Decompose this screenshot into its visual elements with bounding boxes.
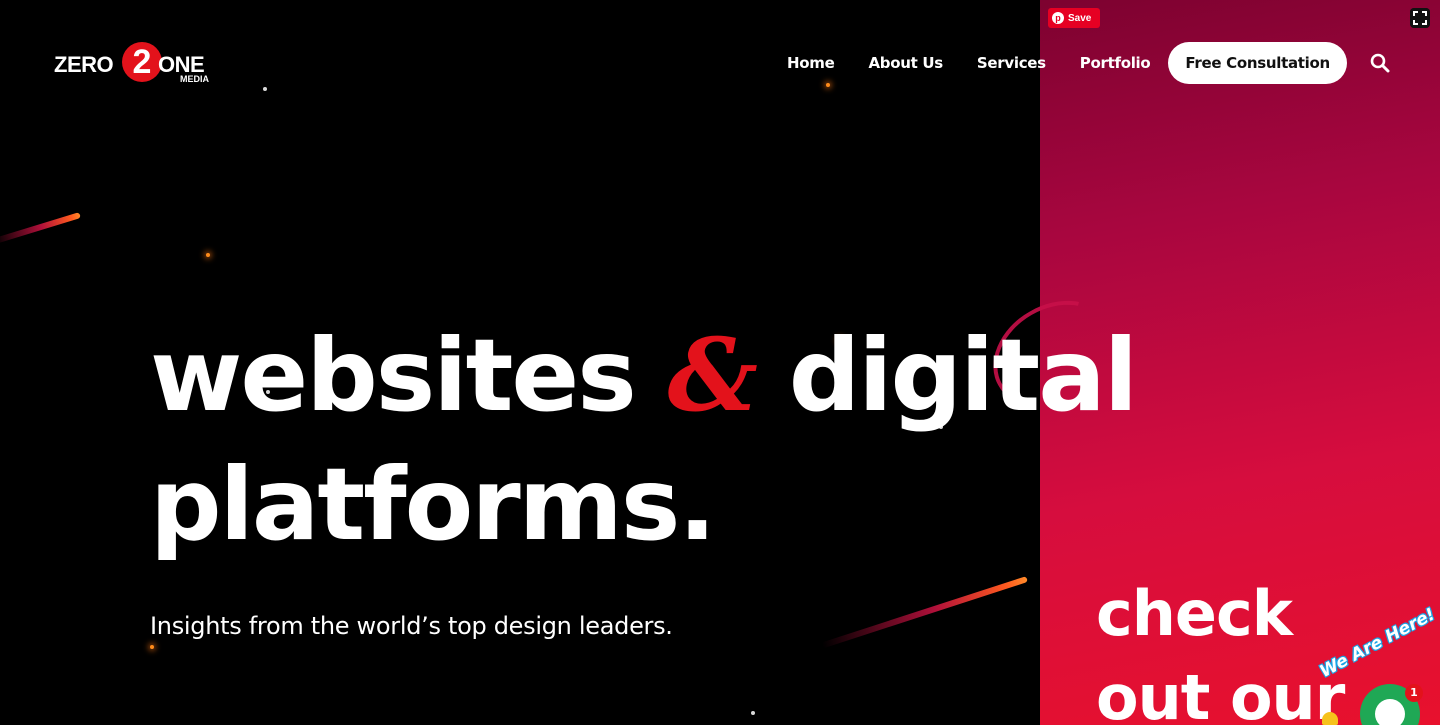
promo-panel-text: check out our — [1096, 572, 1345, 725]
logo-subtext: MEDIA — [180, 74, 209, 84]
star-decoration — [150, 645, 154, 649]
nav-link-about-us[interactable]: About Us — [868, 54, 943, 72]
hero-ampersand: & — [667, 316, 758, 434]
meteor-streak — [821, 576, 1028, 649]
hero-subtitle: Insights from the world’s top design lea… — [150, 612, 673, 640]
hero-heading-line-1: websites & digital — [150, 315, 1138, 436]
promo-line-2: out our — [1096, 661, 1345, 725]
meteor-streak — [0, 212, 81, 245]
logo-badge: 2 — [122, 42, 162, 82]
expand-icon[interactable] — [1410, 8, 1430, 28]
hero-word-digital: digital — [788, 317, 1138, 434]
logo-text-left: ZERO — [54, 52, 114, 77]
promo-line-1: check — [1096, 577, 1293, 650]
pinterest-save-label: Save — [1068, 12, 1092, 24]
main-nav: Home About Us Services Portfolio Free Co… — [770, 42, 1347, 84]
star-decoration — [263, 87, 267, 91]
chat-notification-badge: 1 — [1405, 684, 1423, 702]
star-decoration — [206, 253, 210, 257]
search-icon[interactable] — [1370, 53, 1390, 73]
hero-heading-line-2: platforms. — [150, 446, 716, 563]
waving-hand-icon — [1322, 712, 1338, 725]
nav-link-home[interactable]: Home — [787, 54, 835, 72]
free-consultation-button[interactable]: Free Consultation — [1168, 42, 1347, 84]
star-decoration — [751, 711, 755, 715]
hero-word-websites: websites — [150, 317, 637, 434]
site-logo[interactable]: ZERO 2 ONE MEDIA — [54, 42, 224, 86]
pinterest-save-button[interactable]: p Save — [1048, 8, 1100, 28]
pinterest-icon: p — [1052, 12, 1064, 24]
nav-link-services[interactable]: Services — [977, 54, 1046, 72]
page: check out our ZERO 2 ONE MEDIA Home Abou… — [0, 0, 1440, 725]
nav-link-portfolio[interactable]: Portfolio — [1080, 54, 1151, 72]
chat-icon — [1375, 699, 1405, 725]
